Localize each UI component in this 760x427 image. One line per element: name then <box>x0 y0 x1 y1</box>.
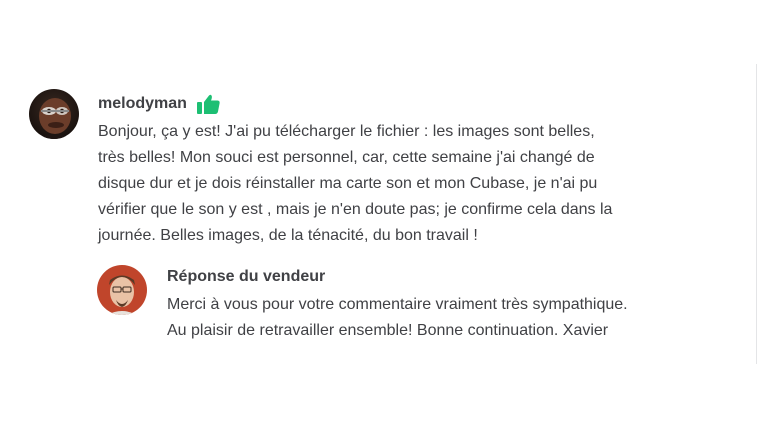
review-body: Bonjour, ça y est! J'ai pu télécharger l… <box>98 119 738 249</box>
review-text-line: Bonjour, ça y est! J'ai pu télécharger l… <box>98 123 595 140</box>
review-text-line: très belles! Mon souci est personnel, ca… <box>98 149 595 166</box>
divider <box>756 64 757 364</box>
reviewer-avatar-image <box>29 89 79 139</box>
seller-avatar-image <box>97 265 147 315</box>
reviewer-avatar[interactable] <box>29 89 79 139</box>
reply-text-line: Au plaisir de retravailler ensemble! Bon… <box>167 322 609 339</box>
reply-body: Merci à vous pour votre commentaire vrai… <box>167 292 737 344</box>
reply-text-line: Merci à vous pour votre commentaire vrai… <box>167 296 628 313</box>
thumbs-up-icon <box>196 94 220 114</box>
reviewer-name[interactable]: melodyman <box>98 95 187 113</box>
reply-title: Réponse du vendeur <box>167 268 326 285</box>
review-text-line: vérifier que le son y est , mais je n'en… <box>98 201 613 218</box>
review-page: melodyman Bonjour, ça y est! J'ai pu tél… <box>0 0 760 427</box>
seller-avatar[interactable] <box>97 265 147 315</box>
review-text-line: journée. Belles images, de la ténacité, … <box>98 227 478 244</box>
reviewer-header: melodyman <box>98 92 220 116</box>
review-text-line: disque dur et je dois réinstaller ma car… <box>98 175 598 192</box>
